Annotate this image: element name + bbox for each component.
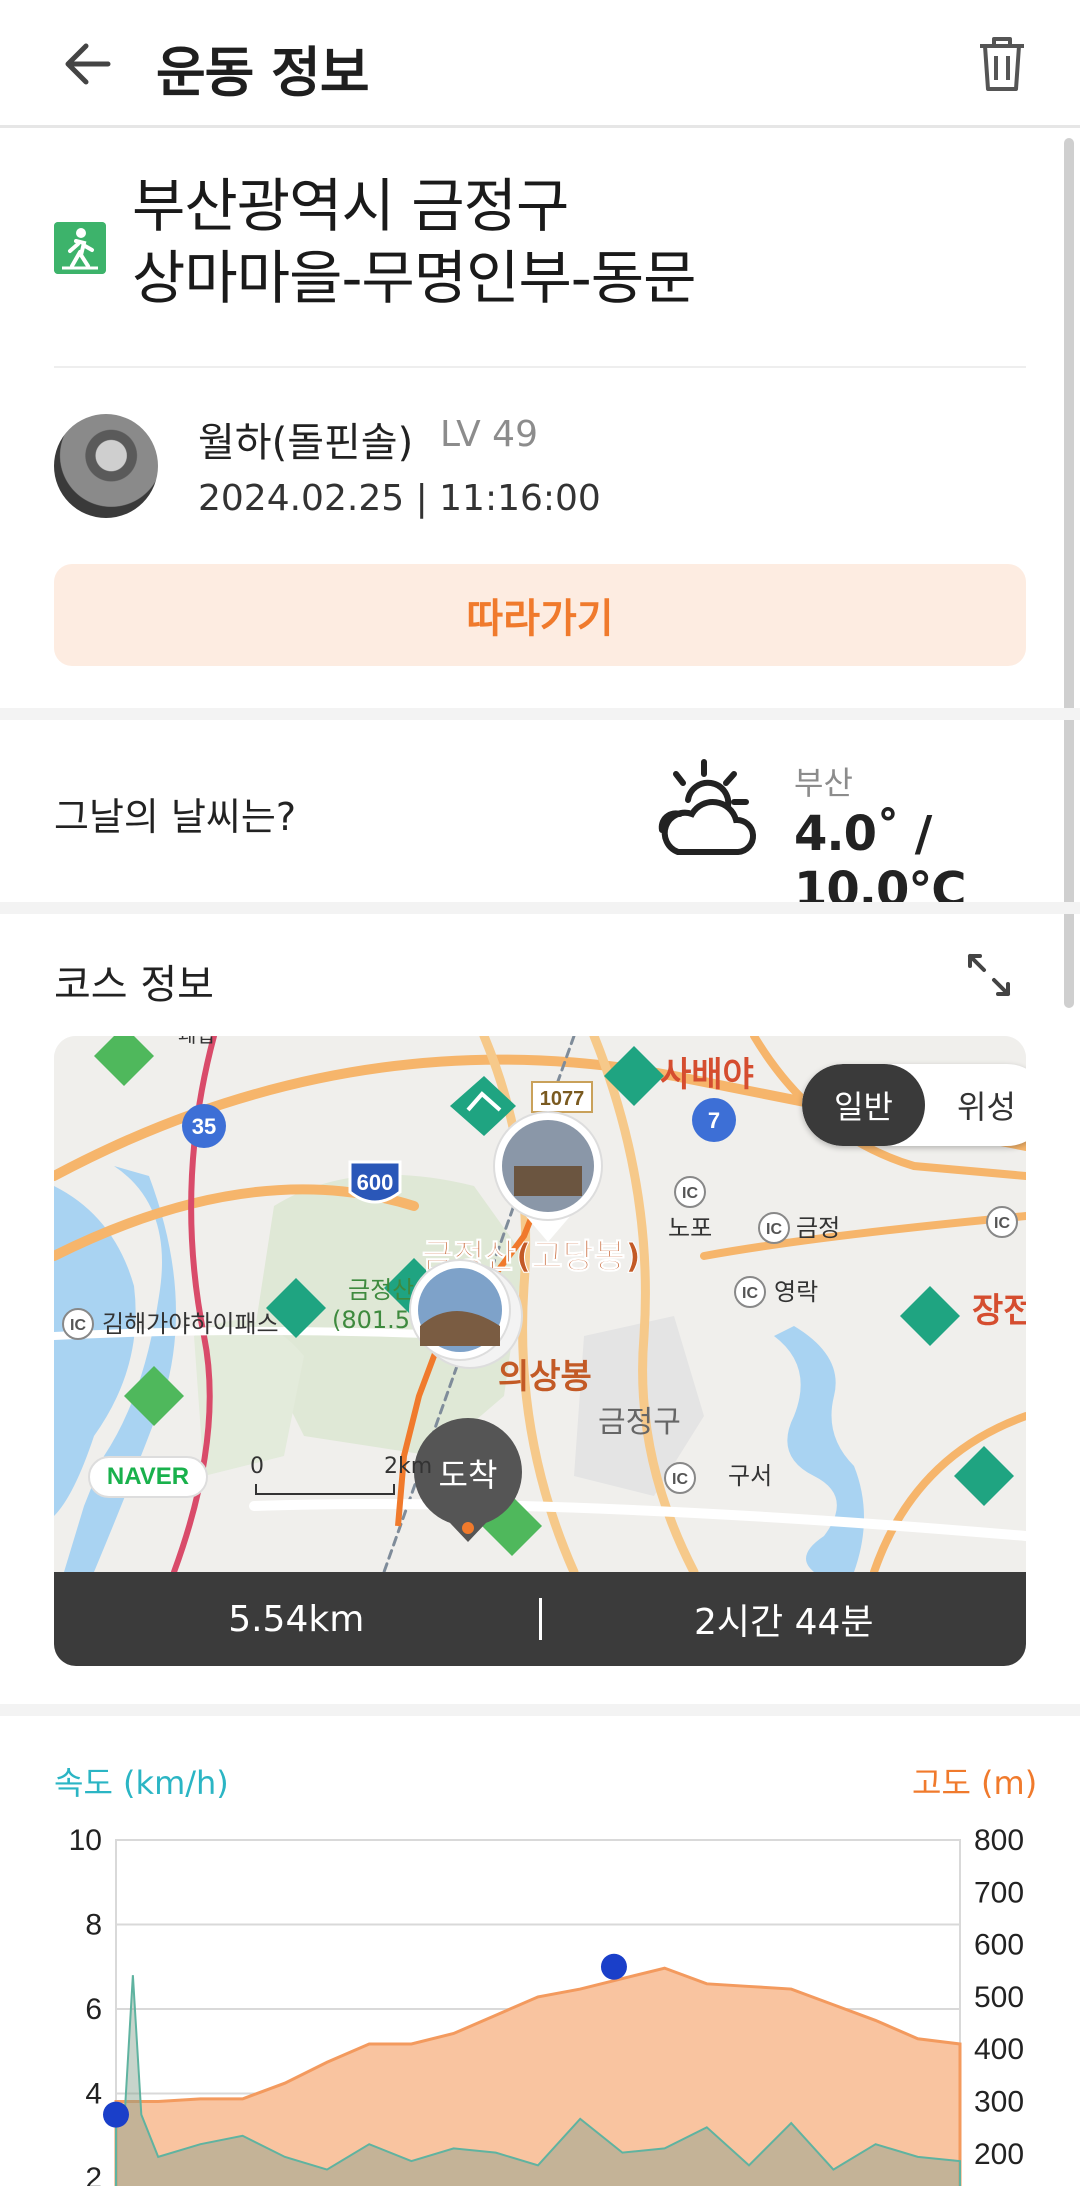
altitude-tick-label: 500 (974, 1981, 1024, 2014)
partly-cloudy-icon (658, 759, 756, 855)
map-type-normal[interactable]: 일반 (802, 1064, 925, 1146)
map-label-geumjeonggu: 금정구 (598, 1405, 681, 1440)
avatar[interactable] (54, 414, 158, 518)
map-label-elevation: (801.5 (332, 1306, 410, 1334)
weather-label: 그날의 날씨는? (54, 795, 297, 839)
position-marker (600, 1953, 627, 1980)
arrival-label: 도착 (439, 1456, 498, 1494)
speed-tick-label: 10 (69, 1824, 102, 1857)
weather-city: 부산 (794, 764, 853, 802)
speed-axis-label: 속도 (km/h) (54, 1764, 229, 1802)
map-label-geumjeong-ic: 금정 (796, 1214, 840, 1242)
road-shield-7: 7 (708, 1108, 720, 1133)
ic-badge: IC (672, 1471, 688, 1488)
speed-altitude-chart[interactable]: 10 8 6 4 2 800 700 600 500 400 300 200 (54, 1816, 1054, 2186)
speed-tick-label: 8 (85, 1909, 102, 1942)
scale-end: 2km (384, 1454, 433, 1479)
divider (54, 366, 1026, 368)
map-label-guseo: 구서 (728, 1462, 772, 1490)
activity-datetime: 2024.02.25 | 11:16:00 (198, 478, 601, 519)
section-divider (0, 708, 1080, 720)
ic-badge: IC (766, 1221, 782, 1238)
map-label-gimhae-pass: 김해가야하이패스 (102, 1310, 279, 1338)
map-label-yeongnak: 영락 (774, 1278, 818, 1306)
map-label-nopo: 노포 (668, 1214, 712, 1242)
user-name[interactable]: 월하(돌핀솔) (198, 410, 413, 468)
expand-icon[interactable] (964, 950, 1014, 1000)
distance-value: 5.54km (228, 1598, 365, 1640)
course-map[interactable]: 35 600 1077 7 사배야 금정산(고당봉) 의상봉 금정구 노포 금정… (54, 1036, 1026, 1572)
road-shield-1077: 1077 (540, 1088, 585, 1110)
route-title-line1: 부산광역시 금정구 (132, 172, 569, 240)
course-label: 코스 정보 (54, 962, 214, 1008)
course-stats: 5.54km 2시간 44분 (54, 1572, 1026, 1666)
map-label-jangjeon: 장전 (972, 1291, 1026, 1331)
section-divider (0, 1704, 1080, 1716)
map-label-gwaebeop: 괘법 (178, 1036, 215, 1047)
page-title: 운동 정보 (156, 41, 370, 104)
ic-badge: IC (742, 1285, 758, 1302)
altitude-tick-label: 700 (974, 1876, 1024, 1909)
arrow-left-icon[interactable] (58, 34, 118, 94)
position-marker (103, 2101, 129, 2128)
follow-button[interactable]: 따라가기 (54, 564, 1026, 666)
user-level: LV 49 (440, 414, 538, 455)
road-shield-600: 600 (357, 1170, 394, 1195)
altitude-tick-label: 800 (974, 1824, 1024, 1857)
map-label-uisangbong: 의상봉 (498, 1357, 592, 1397)
scale-start: 0 (250, 1454, 264, 1479)
map-label-sabae: 사배야 (660, 1055, 754, 1095)
altitude-tick-label: 300 (974, 2086, 1024, 2119)
ic-badge: IC (70, 1317, 86, 1334)
app-header: 운동 정보 (0, 0, 1080, 128)
speed-tick-label: 6 (85, 1993, 102, 2026)
altitude-tick-label: 200 (974, 2138, 1024, 2171)
speed-tick-label: 4 (85, 2078, 102, 2111)
duration-value: 2시간 44분 (693, 1602, 874, 1643)
map-type-toggle[interactable]: 일반 위성 (802, 1064, 1026, 1146)
map-label-geumjeongsan-small: 금정산 (348, 1276, 414, 1304)
ic-badge: IC (994, 1215, 1010, 1232)
speed-tick-label: 2 (85, 2162, 102, 2186)
section-divider (0, 902, 1080, 914)
road-shield-35: 35 (192, 1114, 216, 1139)
altitude-tick-label: 600 (974, 1929, 1024, 1962)
route-title: 부산광역시 금정구 상마마을-무명인부-동문 (132, 170, 696, 314)
altitude-tick-label: 400 (974, 2033, 1024, 2066)
ic-badge: IC (682, 1185, 698, 1202)
naver-logo: NAVER (88, 1456, 208, 1498)
altitude-axis-label: 고도 (m) (912, 1764, 1038, 1802)
trash-icon[interactable] (974, 34, 1030, 94)
map-type-satellite[interactable]: 위성 (925, 1064, 1026, 1146)
hiking-icon (54, 222, 106, 274)
route-title-line2: 상마마을-무명인부-동문 (132, 244, 696, 312)
